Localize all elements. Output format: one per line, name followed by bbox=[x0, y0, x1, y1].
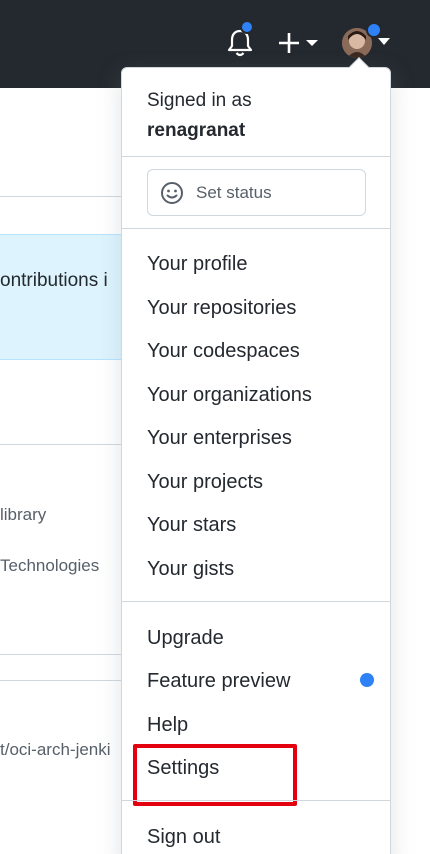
set-status-label: Set status bbox=[196, 183, 272, 202]
bg-row-text[interactable]: library bbox=[0, 505, 46, 525]
menu-item-your-profile[interactable]: Your profile bbox=[147, 251, 247, 277]
menu-item-your-codespaces[interactable]: Your codespaces bbox=[147, 338, 300, 364]
bg-divider bbox=[0, 680, 122, 681]
menu-item-upgrade[interactable]: Upgrade bbox=[147, 625, 224, 651]
signed-in-label: Signed in as bbox=[147, 90, 252, 111]
set-status-button[interactable]: Set status bbox=[147, 169, 366, 216]
menu-item-your-gists[interactable]: Your gists bbox=[147, 556, 234, 582]
bg-banner bbox=[0, 234, 140, 360]
settings-highlight-box bbox=[133, 744, 297, 806]
feature-preview-dot bbox=[360, 673, 374, 687]
menu-divider bbox=[122, 228, 390, 229]
bg-row-text[interactable]: t/oci-arch-jenki bbox=[0, 740, 111, 760]
username: renagranat bbox=[147, 120, 246, 141]
smiley-icon bbox=[161, 182, 183, 204]
menu-item-your-enterprises[interactable]: Your enterprises bbox=[147, 425, 292, 451]
bg-divider bbox=[0, 654, 122, 655]
bg-divider bbox=[0, 444, 122, 445]
menu-item-sign-out[interactable]: Sign out bbox=[147, 824, 220, 850]
menu-item-your-projects[interactable]: Your projects bbox=[147, 469, 263, 495]
menu-item-your-organizations[interactable]: Your organizations bbox=[147, 382, 312, 408]
menu-item-feature-preview[interactable]: Feature preview bbox=[147, 668, 290, 694]
signed-in-header: Signed in as renagranat bbox=[147, 86, 252, 146]
notification-dot bbox=[240, 20, 254, 34]
menu-item-your-stars[interactable]: Your stars bbox=[147, 512, 236, 538]
bg-banner-text: ontributions i bbox=[0, 270, 108, 291]
plus-icon[interactable] bbox=[276, 26, 322, 60]
bg-divider bbox=[0, 196, 122, 197]
chevron-down-icon bbox=[378, 38, 390, 45]
menu-item-help[interactable]: Help bbox=[147, 712, 188, 738]
menu-divider bbox=[122, 800, 390, 801]
avatar-notification-dot bbox=[366, 22, 382, 38]
menu-item-your-repositories[interactable]: Your repositories bbox=[147, 295, 296, 321]
bg-row-text[interactable]: Technologies bbox=[0, 556, 99, 576]
menu-divider bbox=[122, 601, 390, 602]
menu-divider bbox=[122, 156, 390, 157]
